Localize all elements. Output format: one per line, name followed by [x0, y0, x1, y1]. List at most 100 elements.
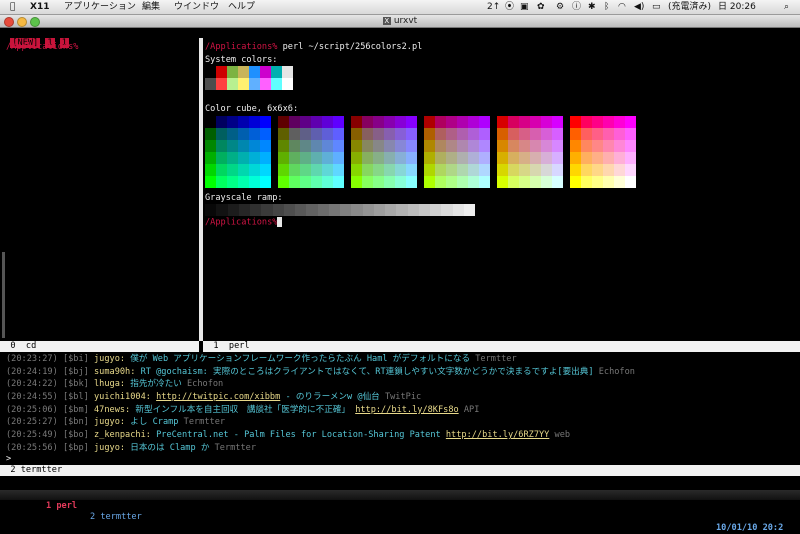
- gray-swatch: [272, 204, 284, 216]
- cube-color-cell: [216, 164, 227, 176]
- cube-color-cell: [614, 116, 625, 128]
- cube-color-cell: [508, 176, 519, 188]
- cube-color-cell: [289, 128, 300, 140]
- cube-color-cell: [479, 152, 490, 164]
- cube-color-cell: [373, 176, 384, 188]
- minimize-button[interactable]: [17, 17, 27, 27]
- timestamp: (20:25:06): [6, 404, 58, 415]
- cube-color-cell: [479, 140, 490, 152]
- cube-color-cell: [519, 164, 530, 176]
- cube-color-cell: [238, 116, 249, 128]
- cube-color-cell: [435, 116, 446, 128]
- spotlight-icon[interactable]: ⌕: [784, 1, 789, 13]
- channel-tag: [$bi]: [62, 354, 89, 364]
- cube-color-cell: [625, 128, 636, 140]
- cube-color-cell: [322, 116, 333, 128]
- channel-tag: [$bk]: [62, 379, 89, 390]
- left-scrollbar[interactable]: [2, 252, 5, 338]
- client-source: Echofon: [598, 366, 635, 377]
- username: jugyo:: [94, 354, 126, 364]
- current-prompt-line[interactable]: /Applications%: [205, 217, 283, 228]
- cube-color-cell: [614, 176, 625, 188]
- cube-color-cell: [603, 128, 614, 140]
- bluetooth-icon[interactable]: ᛒ: [604, 1, 609, 13]
- info-icon[interactable]: ⓘ: [572, 1, 581, 13]
- right-pane-status[interactable]: 1 perl: [203, 341, 800, 352]
- cube-color-cell: [614, 164, 625, 176]
- gray-swatch: [261, 204, 273, 216]
- cube-color-cell: [238, 152, 249, 164]
- cube-color-cell: [508, 152, 519, 164]
- cube-color-cell: [424, 140, 435, 152]
- chat-line: (20:25:06) [$bm] 47news: 新型インフル本を自主回収 講談…: [6, 404, 798, 417]
- window-item-1[interactable]: 1 perl: [46, 501, 77, 512]
- client-source: TwitPic: [384, 392, 422, 403]
- timestamp: (20:25:56): [6, 442, 58, 453]
- volume-icon[interactable]: ◀): [634, 1, 644, 13]
- cube-color-cell: [581, 116, 592, 128]
- cube-color-cell: [322, 152, 333, 164]
- cube-color-cell: [395, 176, 406, 188]
- cube-color-cell: [581, 140, 592, 152]
- left-pane-status[interactable]: 0 cd: [0, 341, 199, 352]
- color-cube-block: [497, 116, 563, 188]
- cube-color-cell: [238, 176, 249, 188]
- message-text: PreCentral.net - Palm Files for Location…: [156, 430, 441, 441]
- message-link[interactable]: http://bit.ly/6RZ7YY: [446, 430, 549, 440]
- cube-color-cell: [249, 176, 260, 188]
- cube-color-cell: [227, 152, 238, 164]
- settings-icon[interactable]: ⚙: [556, 1, 564, 13]
- clock[interactable]: 日 20:26: [718, 1, 756, 13]
- cube-color-cell: [530, 128, 541, 140]
- cube-color-cell: [384, 152, 395, 164]
- cube-color-cell: [603, 116, 614, 128]
- cube-color-cell: [508, 164, 519, 176]
- cube-color-cell: [260, 128, 271, 140]
- username: lhuga:: [94, 379, 126, 390]
- gear-icon[interactable]: ✱: [588, 1, 596, 13]
- sync-icon[interactable]: ⦿: [505, 1, 514, 13]
- menu-edit[interactable]: 編集: [142, 1, 160, 13]
- cube-color-cell: [497, 116, 508, 128]
- cube-color-cell: [581, 164, 592, 176]
- app-icon[interactable]: ✿: [537, 1, 545, 13]
- message-link[interactable]: http://twitpic.com/xibbm: [156, 392, 280, 402]
- cube-color-cell: [457, 140, 468, 152]
- cube-color-cell: [333, 164, 344, 176]
- battery-icon[interactable]: ▭: [652, 1, 661, 13]
- apple-icon[interactable]: : [10, 1, 15, 13]
- system-color-swatch: [271, 78, 282, 90]
- cube-color-cell: [311, 128, 322, 140]
- battery-status[interactable]: (充電済み): [668, 1, 711, 13]
- system-color-swatch: [238, 66, 249, 78]
- gray-swatch: [362, 204, 374, 216]
- current-prompt: /Applications%: [205, 217, 278, 228]
- menu-window[interactable]: ウインドウ: [174, 1, 219, 13]
- window-item-2[interactable]: 2 termtter: [90, 512, 142, 523]
- status-counter[interactable]: 2↑: [487, 1, 500, 13]
- message-link[interactable]: http://bit.ly/8KFs8o: [355, 405, 458, 415]
- cube-color-cell: [300, 152, 311, 164]
- monitor-icon[interactable]: ▣: [520, 1, 529, 13]
- cube-color-cell: [395, 128, 406, 140]
- cube-color-cell: [351, 152, 362, 164]
- cube-color-cell: [373, 128, 384, 140]
- pane-divider[interactable]: [199, 38, 203, 341]
- zoom-button[interactable]: [30, 17, 40, 27]
- cube-color-cell: [406, 116, 417, 128]
- app-menu[interactable]: X11: [30, 1, 49, 13]
- cube-color-cell: [592, 140, 603, 152]
- termtter-status[interactable]: 2 termtter: [0, 465, 800, 476]
- menu-applications[interactable]: アプリケーション: [64, 1, 136, 13]
- close-button[interactable]: [4, 17, 14, 27]
- menu-help[interactable]: ヘルプ: [228, 1, 255, 13]
- cube-color-cell: [625, 176, 636, 188]
- cube-color-cell: [260, 140, 271, 152]
- cube-color-cell: [581, 128, 592, 140]
- input-prompt[interactable]: >: [6, 454, 11, 464]
- wifi-icon[interactable]: ◠: [618, 1, 626, 13]
- message-text: よし Cramp: [130, 417, 179, 428]
- cube-color-cell: [603, 152, 614, 164]
- cube-color-cell: [446, 176, 457, 188]
- gray-swatch: [205, 204, 217, 216]
